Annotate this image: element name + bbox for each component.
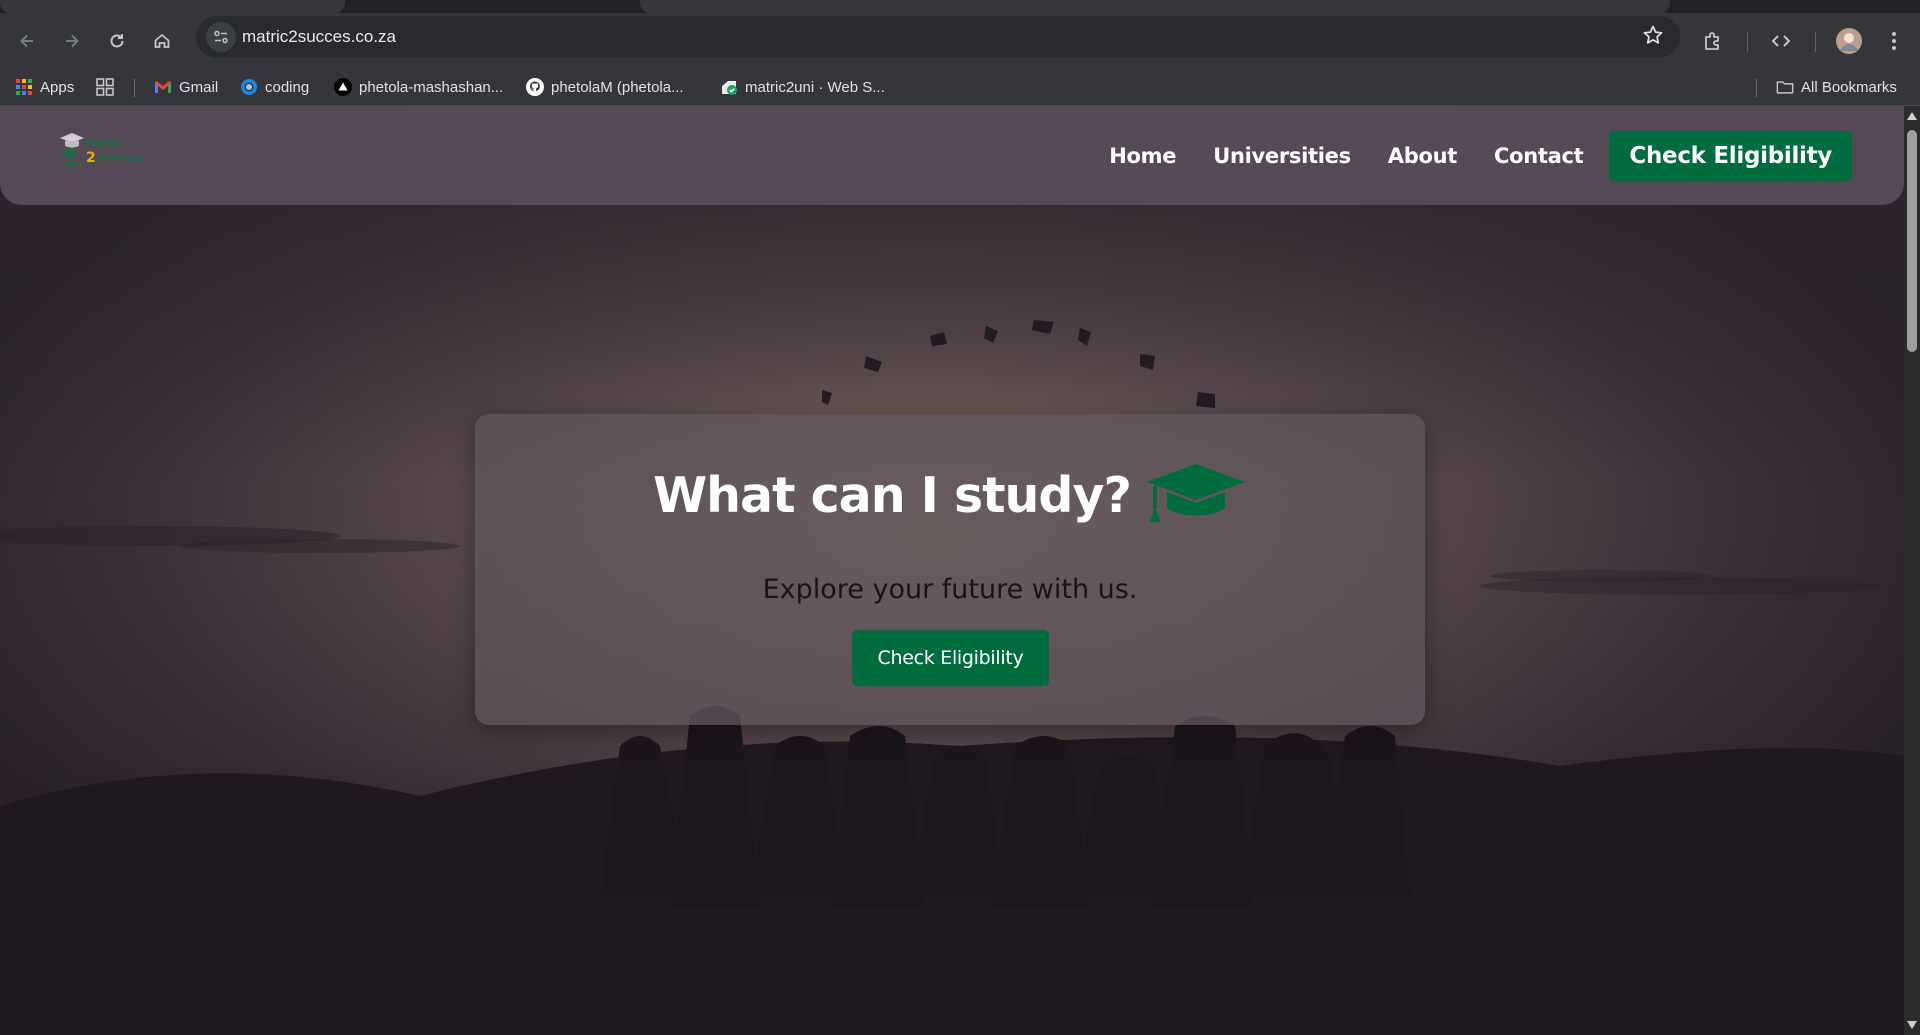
arrow-right-icon bbox=[66, 34, 79, 48]
reload-button[interactable] bbox=[102, 26, 132, 56]
all-bookmarks-label: All Bookmarks bbox=[1801, 78, 1897, 96]
bookmark-label: Gmail bbox=[179, 78, 219, 96]
nav-universities[interactable]: Universities bbox=[1213, 144, 1351, 168]
toolbar-divider bbox=[1747, 32, 1748, 52]
scroll-up-arrow-icon[interactable] bbox=[1907, 112, 1917, 120]
puzzle-icon bbox=[1705, 32, 1719, 50]
browser-tab[interactable] bbox=[0, 0, 345, 13]
hero-title-row: What can I study? bbox=[475, 462, 1425, 528]
nav-check-eligibility-button[interactable]: Check Eligibility bbox=[1609, 131, 1852, 181]
nav-about[interactable]: About bbox=[1388, 144, 1458, 168]
hero-card: What can I study? Explore your future wi… bbox=[475, 414, 1425, 725]
toolbar-divider bbox=[1815, 32, 1816, 52]
bookmark-coding[interactable]: coding bbox=[240, 76, 309, 98]
site-header: Matric 2 Success Home Universities About… bbox=[0, 106, 1904, 205]
url-text[interactable]: matric2succes.co.za bbox=[242, 27, 396, 47]
graduation-cap-icon bbox=[1146, 464, 1245, 522]
hero-subtitle: Explore your future with us. bbox=[762, 574, 1138, 605]
devtools-button[interactable] bbox=[1766, 26, 1796, 56]
bookmark-label: phetola-mashashan... bbox=[359, 78, 504, 96]
address-bar[interactable]: matric2succes.co.za bbox=[196, 16, 1680, 58]
bookmarks-bar: Apps Gmail coding phetola-mashashan... p… bbox=[0, 68, 1920, 106]
browser-toolbar: matric2succes.co.za bbox=[0, 13, 1920, 68]
bookmark-label: phetolaM (phetola... bbox=[551, 78, 684, 96]
profile-avatar[interactable] bbox=[1834, 26, 1864, 56]
logo-number: 2 bbox=[86, 150, 96, 166]
avatar-icon bbox=[1836, 28, 1862, 54]
back-button[interactable] bbox=[12, 26, 42, 56]
folder-icon bbox=[1776, 78, 1794, 96]
bookmark-label: Apps bbox=[40, 78, 75, 96]
apps-grid-icon bbox=[15, 78, 33, 96]
page-scrollbar[interactable] bbox=[1904, 106, 1920, 1035]
logo-word-matric: Matric bbox=[86, 138, 122, 149]
site-info-button[interactable] bbox=[206, 22, 236, 52]
reload-icon bbox=[110, 34, 124, 48]
bookmark-star-button[interactable] bbox=[1642, 24, 1664, 50]
vercel-icon bbox=[334, 78, 352, 96]
browser-menu-button[interactable] bbox=[1879, 26, 1909, 56]
page-viewport: Matric 2 Success Home Universities About… bbox=[0, 106, 1904, 1035]
tab-strip bbox=[0, 0, 1920, 13]
bookmark-tab-groups[interactable] bbox=[96, 76, 114, 98]
code-icon bbox=[1771, 35, 1791, 47]
bookmark-web-service[interactable]: matric2uni · Web S... bbox=[720, 76, 885, 98]
home-icon bbox=[154, 33, 170, 48]
nav-home[interactable]: Home bbox=[1109, 144, 1176, 168]
scrollbar-thumb[interactable] bbox=[1907, 130, 1917, 352]
web-service-icon bbox=[720, 78, 738, 96]
bookmark-label: matric2uni · Web S... bbox=[745, 78, 885, 96]
home-button[interactable] bbox=[147, 26, 177, 56]
hero-title: What can I study? bbox=[653, 466, 1132, 524]
bookmark-divider bbox=[134, 79, 135, 97]
scroll-down-arrow-icon[interactable] bbox=[1907, 1021, 1917, 1029]
forward-button[interactable] bbox=[57, 26, 87, 56]
bookmark-divider bbox=[1756, 79, 1757, 97]
logo-word-success: Success bbox=[98, 153, 143, 164]
tune-icon bbox=[214, 30, 228, 44]
main-nav: Home Universities About Contact Check El… bbox=[1072, 131, 1852, 181]
extensions-button[interactable] bbox=[1698, 26, 1728, 56]
site-logo[interactable]: Matric 2 Success bbox=[58, 132, 158, 176]
nav-contact[interactable]: Contact bbox=[1494, 144, 1584, 168]
hero-check-eligibility-button[interactable]: Check Eligibility bbox=[852, 630, 1049, 686]
arrow-left-icon bbox=[20, 34, 33, 48]
graduation-cap-logo-icon bbox=[60, 133, 84, 168]
github-icon bbox=[526, 78, 544, 96]
browser-tab-active[interactable] bbox=[640, 0, 1670, 13]
bookmark-vercel[interactable]: phetola-mashashan... bbox=[334, 76, 503, 98]
kebab-menu-icon bbox=[1892, 32, 1896, 50]
star-icon bbox=[1643, 25, 1663, 44]
gmail-icon bbox=[154, 78, 172, 96]
bookmark-label: coding bbox=[265, 78, 310, 96]
tab-groups-icon bbox=[96, 78, 114, 96]
bookmark-github[interactable]: phetolaM (phetola... bbox=[526, 76, 684, 98]
all-bookmarks-button[interactable]: All Bookmarks bbox=[1776, 76, 1897, 98]
bookmark-gmail[interactable]: Gmail bbox=[154, 76, 218, 98]
coding-icon bbox=[240, 78, 258, 96]
bookmark-apps[interactable]: Apps bbox=[15, 76, 74, 98]
